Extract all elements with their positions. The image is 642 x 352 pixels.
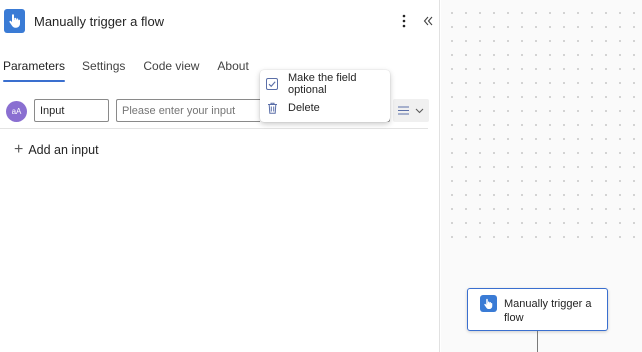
menu-item-label: Make the field optional — [288, 72, 357, 96]
input-options-button[interactable] — [393, 99, 429, 122]
more-options-button[interactable] — [397, 12, 411, 30]
hand-pointer-icon — [8, 14, 20, 28]
node-connector-line — [537, 331, 538, 352]
tab-about[interactable]: About — [217, 56, 248, 82]
input-name-field[interactable] — [34, 99, 109, 122]
chevron-down-icon — [415, 108, 424, 113]
add-input-label: Add an input — [28, 143, 99, 157]
menu-item-label: Delete — [288, 102, 320, 114]
text-type-avatar: aA — [6, 101, 27, 122]
menu-item-make-optional[interactable]: Make the field optional — [260, 72, 390, 96]
panel-title: Manually trigger a flow — [34, 14, 165, 29]
double-chevron-left-icon — [423, 16, 433, 26]
manual-trigger-icon — [480, 295, 497, 312]
tab-code-view[interactable]: Code view — [143, 56, 199, 82]
panel-tabs: Parameters Settings Code view About — [0, 56, 267, 82]
tab-settings[interactable]: Settings — [82, 56, 125, 82]
input-description-field[interactable] — [116, 99, 260, 122]
menu-item-delete[interactable]: Delete — [260, 96, 390, 120]
hand-pointer-icon — [484, 298, 493, 309]
input-context-menu: Make the field optional Delete — [260, 70, 390, 122]
trash-icon — [266, 102, 278, 114]
list-icon — [398, 106, 410, 115]
panel-header: Manually trigger a flow — [0, 0, 440, 44]
trigger-details-panel: Manually trigger a flow Parameters Setti… — [0, 0, 440, 352]
manual-trigger-icon — [4, 9, 25, 33]
tab-parameters[interactable]: Parameters — [3, 56, 66, 82]
checkbox-icon — [266, 78, 278, 90]
plus-icon: + — [14, 141, 24, 158]
row-divider — [0, 128, 428, 129]
trigger-node-title: Manually trigger a flow — [504, 298, 592, 324]
trigger-node-card[interactable]: Manually trigger a flow — [467, 288, 608, 331]
collapse-panel-button[interactable] — [420, 12, 436, 30]
add-input-button[interactable]: + Add an input — [14, 142, 99, 158]
vertical-ellipsis-icon — [402, 14, 406, 28]
